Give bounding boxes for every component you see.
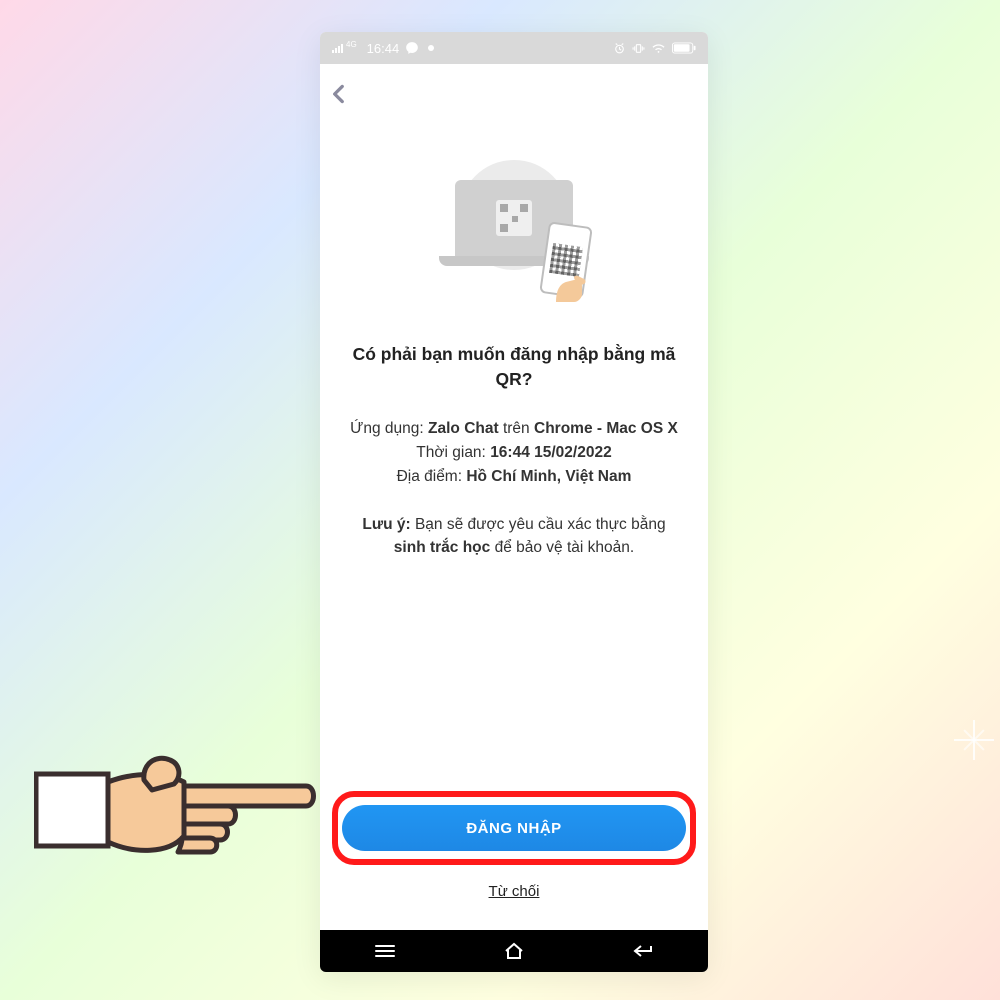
decline-link[interactable]: Từ chối (489, 883, 540, 900)
app-label: Ứng dụng: (350, 420, 424, 437)
annotation-pointing-hand-icon (34, 724, 324, 884)
battery-icon (672, 42, 696, 54)
nav-recent-icon[interactable] (373, 939, 397, 963)
sparkle-decoration (954, 720, 994, 760)
messenger-icon (405, 41, 419, 55)
security-note: Lưu ý: Bạn sẽ được yêu cầu xác thực bằng… (342, 513, 686, 560)
network-signal-icon (332, 43, 344, 53)
login-details: Ứng dụng: Zalo Chat trên Chrome - Mac OS… (350, 417, 678, 489)
note-post: để bảo vệ tài khoản. (495, 539, 635, 556)
app-name: Zalo Chat (428, 420, 499, 437)
note-bold: sinh trắc học (394, 539, 490, 556)
app-bar (320, 64, 708, 124)
vibrate-icon (632, 42, 645, 55)
nav-back-icon[interactable] (631, 939, 655, 963)
phone-frame: 4G 16:44 (320, 32, 708, 972)
login-button[interactable]: ĐĂNG NHẬP (342, 805, 686, 851)
time-label: Thời gian: (416, 444, 486, 461)
status-bar: 4G 16:44 (320, 32, 708, 64)
alarm-icon (613, 42, 626, 55)
note-label: Lưu ý: (362, 516, 410, 533)
location-label: Địa điểm: (397, 468, 462, 485)
back-icon[interactable] (326, 81, 352, 107)
app-running-icon (425, 42, 437, 54)
network-type-label: 4G (346, 40, 357, 49)
note-pre: Bạn sẽ được yêu cầu xác thực bằng (415, 516, 666, 533)
qr-login-illustration (434, 150, 594, 300)
time-value: 16:44 15/02/2022 (490, 444, 612, 461)
heading: Có phải bạn muốn đăng nhập bằng mã QR? (342, 342, 686, 391)
nav-home-icon[interactable] (502, 939, 526, 963)
app-on: trên (503, 420, 530, 437)
content-area: Có phải bạn muốn đăng nhập bằng mã QR? Ứ… (320, 124, 708, 930)
location-value: Hồ Chí Minh, Việt Nam (466, 468, 631, 485)
android-nav-bar (320, 930, 708, 972)
status-time: 16:44 (367, 41, 400, 56)
app-browser: Chrome - Mac OS X (534, 420, 678, 437)
wifi-icon (651, 42, 666, 54)
